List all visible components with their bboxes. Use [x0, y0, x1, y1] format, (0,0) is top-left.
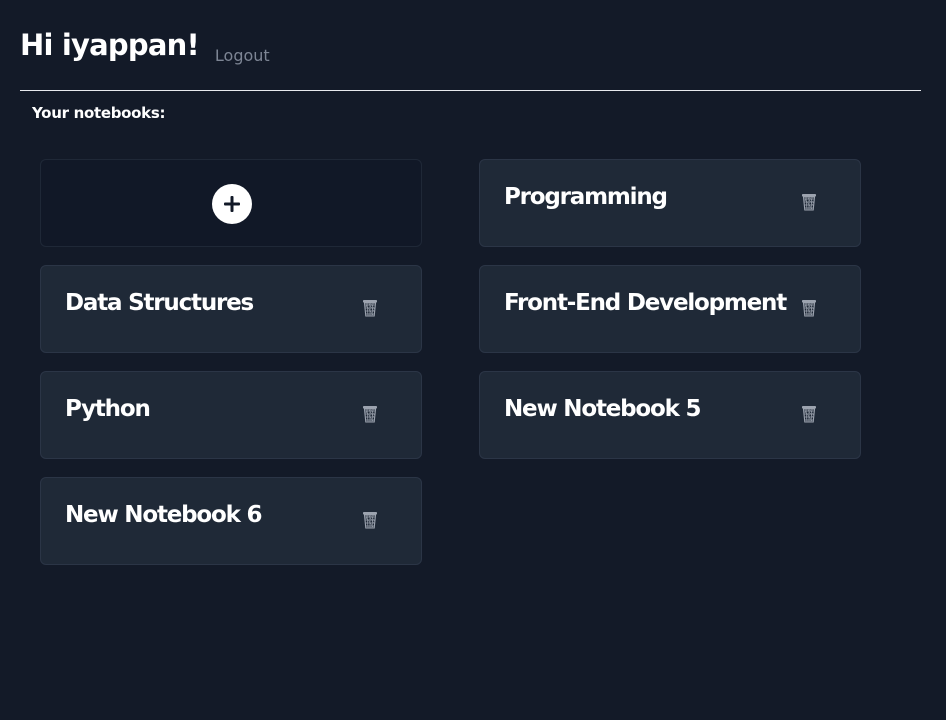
notebook-card[interactable]: New Notebook 5 [479, 371, 861, 459]
notebook-card[interactable]: Data Structures [40, 265, 422, 353]
notebook-card[interactable]: Front-End Development [479, 265, 861, 353]
trash-icon[interactable] [362, 511, 378, 529]
notebook-card[interactable]: Programming [479, 159, 861, 247]
trash-icon[interactable] [362, 405, 378, 423]
logout-link[interactable]: Logout [215, 46, 270, 65]
notebook-title: New Notebook 5 [504, 396, 702, 422]
notebook-card[interactable]: Python [40, 371, 422, 459]
notebook-title: Python [65, 396, 151, 422]
notebooks-page: Hi iyappan! Logout Your notebooks: Progr… [0, 0, 946, 720]
plus-circle-icon[interactable] [212, 184, 252, 224]
add-notebook-card[interactable] [40, 159, 422, 247]
notebook-card[interactable]: New Notebook 6 [40, 477, 422, 565]
header: Hi iyappan! Logout [20, 28, 270, 65]
notebook-title: Data Structures [65, 290, 254, 316]
trash-icon[interactable] [362, 299, 378, 317]
trash-icon[interactable] [801, 405, 817, 423]
notebook-title: Front-End Development [504, 290, 787, 316]
notebook-title: New Notebook 6 [65, 502, 263, 528]
trash-icon[interactable] [801, 193, 817, 211]
header-divider [20, 90, 921, 91]
section-label: Your notebooks: [32, 104, 166, 122]
trash-icon[interactable] [801, 299, 817, 317]
greeting-title: Hi iyappan! [20, 28, 200, 62]
notebook-title: Programming [504, 184, 668, 210]
